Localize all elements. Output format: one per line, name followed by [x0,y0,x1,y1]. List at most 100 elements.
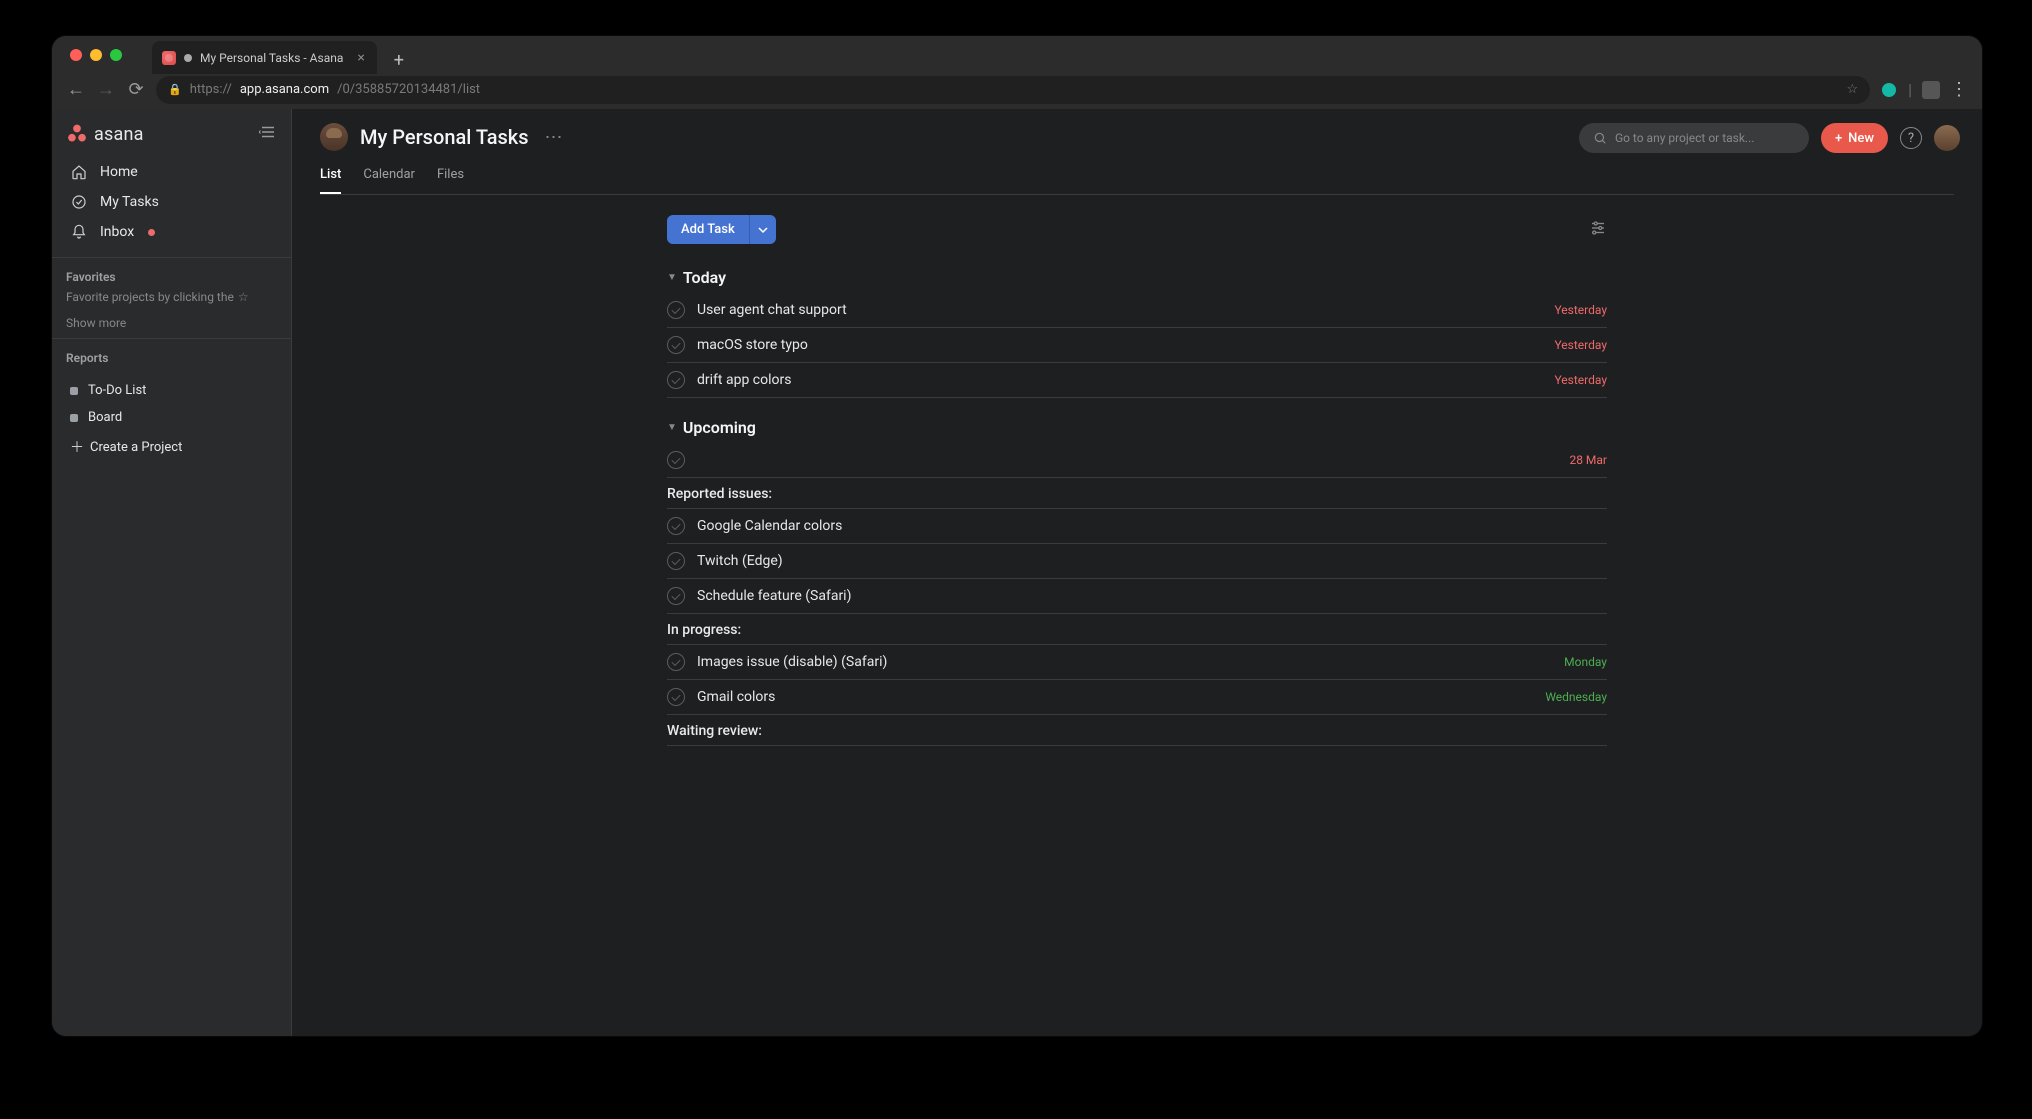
sidebar-item-todo-list[interactable]: To-Do List [60,377,283,404]
due-date: 28 Mar [1569,453,1607,467]
collapse-triangle-icon: ▼ [667,422,677,433]
window-maximize-button[interactable] [110,49,122,61]
task-row[interactable]: 28 Mar [667,443,1607,478]
user-avatar[interactable] [1934,125,1960,151]
section-header[interactable]: ▼ Upcoming [667,412,1607,443]
back-button[interactable]: ← [66,79,86,100]
lock-icon: 🔒 [168,83,182,96]
window: My Personal Tasks - Asana × + ← → ⟳ 🔒 ht… [52,36,1982,1036]
sidebar-item-inbox[interactable]: Inbox [60,217,283,247]
brand-text: asana [94,124,144,145]
task-name: User agent chat support [697,302,1542,318]
sidebar-item-label: To-Do List [88,383,146,398]
subsection-title[interactable]: Waiting review: [667,715,1607,745]
task-row[interactable]: Images issue (disable) (Safari) Monday [667,645,1607,680]
due-date: Yesterday [1554,373,1607,387]
task-name: macOS store typo [697,337,1542,353]
tab-files[interactable]: Files [437,161,464,194]
add-task-button[interactable]: Add Task [667,215,749,244]
project-color-icon [70,414,78,422]
complete-checkbox[interactable] [667,301,685,319]
url-path: /0/35885720134481/list [337,82,480,97]
complete-checkbox[interactable] [667,653,685,671]
bookmark-star-icon[interactable]: ☆ [1846,82,1858,97]
create-project-button[interactable]: ＋ Create a Project [60,431,283,463]
complete-checkbox[interactable] [667,517,685,535]
chrome-right-icons: | ⋮ [1880,79,1968,100]
complete-checkbox[interactable] [667,336,685,354]
favorites-hint: Favorite projects by clicking the ☆ [66,290,277,304]
section-upcoming: ▼ Upcoming 28 Mar Reported issues: [667,412,1607,746]
task-name: Google Calendar colors [697,518,1607,534]
subsection-title[interactable]: In progress: [667,614,1607,644]
show-more-button[interactable]: Show more [66,316,277,330]
task-name: Schedule feature (Safari) [697,588,1607,604]
address-bar[interactable]: 🔒 https:// app.asana.com/0/35885720134481… [156,76,1870,104]
task-row[interactable]: Google Calendar colors [667,509,1607,544]
search-icon [1593,131,1607,145]
global-search-input[interactable]: Go to any project or task... [1579,123,1809,153]
url-scheme: https:// [190,82,232,97]
search-placeholder: Go to any project or task... [1615,131,1755,145]
tab-list[interactable]: List [320,161,341,194]
asana-favicon-icon [162,51,176,65]
complete-checkbox[interactable] [667,587,685,605]
sidebar-item-mytasks[interactable]: My Tasks [60,187,283,217]
subsection-title[interactable]: Reported issues: [667,478,1607,508]
complete-checkbox[interactable] [667,688,685,706]
sidebar-item-board[interactable]: Board [60,404,283,431]
extension-icon[interactable] [1922,81,1940,99]
complete-checkbox[interactable] [667,371,685,389]
new-tab-button[interactable]: + [385,46,413,74]
sidebar-item-home[interactable]: Home [60,157,283,187]
asana-logo[interactable]: asana [66,123,144,145]
collapse-sidebar-button[interactable] [259,123,277,145]
reports-heading: Reports [66,351,277,365]
forward-button[interactable]: → [96,79,116,100]
main: Go to any project or task... + New ? My … [292,109,1982,1036]
home-icon [70,164,88,180]
task-row[interactable]: Twitch (Edge) [667,544,1607,579]
close-tab-icon[interactable]: × [357,50,364,66]
section-header[interactable]: ▼ Today [667,262,1607,293]
window-controls [62,36,122,74]
add-task-dropdown-button[interactable] [749,215,776,244]
tab-bar: My Personal Tasks - Asana × + [52,36,1982,74]
new-button[interactable]: + New [1821,123,1888,153]
sliders-icon [1589,219,1607,237]
project-color-icon [70,387,78,395]
profile-chip-icon[interactable] [1880,81,1898,99]
title-more-button[interactable]: ⋯ [545,127,563,148]
browser-tab[interactable]: My Personal Tasks - Asana × [152,41,377,74]
bell-icon [70,224,88,240]
filter-sort-button[interactable] [1589,219,1607,241]
browser-menu-button[interactable]: ⋮ [1950,79,1968,100]
task-row[interactable]: macOS store typo Yesterday [667,328,1607,363]
complete-checkbox[interactable] [667,451,685,469]
help-button[interactable]: ? [1900,127,1922,149]
url-host: app.asana.com [240,82,329,97]
plus-icon: + [1835,131,1842,146]
sidebar-item-label: Create a Project [90,440,182,455]
asana-logo-icon [66,123,88,145]
section-title: Today [683,268,726,287]
sidebar-item-label: Board [88,410,122,425]
app: asana Home [52,109,1982,1036]
reload-button[interactable]: ⟳ [126,79,146,100]
check-circle-icon [70,194,88,210]
task-name: drift app colors [697,372,1542,388]
task-row[interactable]: drift app colors Yesterday [667,363,1607,398]
window-minimize-button[interactable] [90,49,102,61]
task-name: Twitch (Edge) [697,553,1607,569]
task-row[interactable]: Gmail colors Wednesday [667,680,1607,715]
task-row[interactable]: Schedule feature (Safari) [667,579,1607,614]
due-date: Yesterday [1554,338,1607,352]
hamburger-collapse-icon [259,123,277,141]
sidebar-item-label: My Tasks [100,194,159,210]
task-row[interactable]: User agent chat support Yesterday [667,293,1607,328]
complete-checkbox[interactable] [667,552,685,570]
section-today: ▼ Today User agent chat support Yesterda… [667,262,1607,398]
window-close-button[interactable] [70,49,82,61]
tab-calendar[interactable]: Calendar [363,161,415,194]
view-tabs: List Calendar Files [320,161,1954,195]
